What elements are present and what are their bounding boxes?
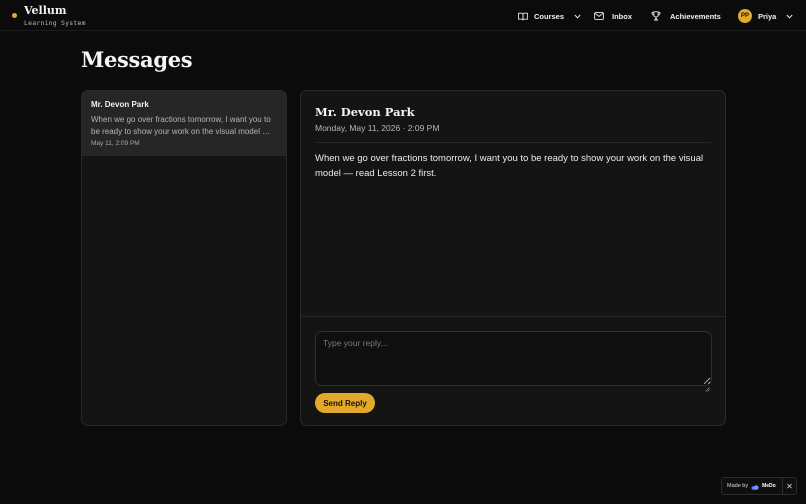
message-detail: Mr. Devon Park Monday, May 11, 2026 · 2:… [300,90,726,426]
nav-courses-label: Courses [534,11,565,21]
brand-name: Vellum [24,4,67,17]
divider [315,142,711,143]
chevron-down-icon [786,14,793,19]
brand-subtitle: Learning System [24,19,86,27]
mail-icon [594,12,604,20]
badge-label: Made by [727,483,749,489]
nav-courses-dropdown[interactable]: Courses [518,8,581,24]
cloud-logo-icon [751,477,759,495]
message-sender: Mr. Devon Park [91,100,149,109]
detail-date: Monday, May 11, 2026 · 2:09 PM [315,123,440,133]
resize-grip-icon[interactable] [705,379,710,397]
message-list: Mr. Devon Park When we go over fractions… [81,90,287,426]
nav-inbox-label: Inbox [612,11,632,21]
book-icon [518,12,528,21]
list-item[interactable]: Mr. Devon Park When we go over fractions… [82,91,286,156]
top-nav-bar: Vellum Learning System Courses Inbox Ach… [0,0,806,31]
brand-dot-icon [12,13,17,18]
nav-achievements-label: Achievements [670,11,721,21]
page-title: Messages [81,47,193,72]
message-preview: When we go over fractions tomorrow, I wa… [91,115,271,136]
nav-inbox[interactable]: Inbox [594,8,632,24]
user-name: Priya [758,11,777,21]
badge-brand: MeDo [762,483,776,489]
detail-body: When we go over fractions tomorrow, I wa… [315,153,704,179]
message-date: May 11, 2:09 PM [91,140,140,147]
trophy-icon [651,11,661,21]
made-by-link[interactable]: Made by MeDo [722,478,782,494]
user-menu[interactable]: PP Priya [738,8,793,24]
send-reply-button[interactable]: Send Reply [315,393,375,413]
reply-input[interactable] [315,331,712,386]
close-icon[interactable]: ✕ [783,482,796,491]
made-by-badge: Made by MeDo ✕ [721,477,797,495]
chevron-down-icon [574,14,581,19]
detail-sender: Mr. Devon Park [315,105,415,119]
brand[interactable]: Vellum Learning System [12,4,86,27]
avatar: PP [738,9,752,23]
reply-area: Send Reply [301,316,725,425]
nav-achievements[interactable]: Achievements [651,8,721,24]
